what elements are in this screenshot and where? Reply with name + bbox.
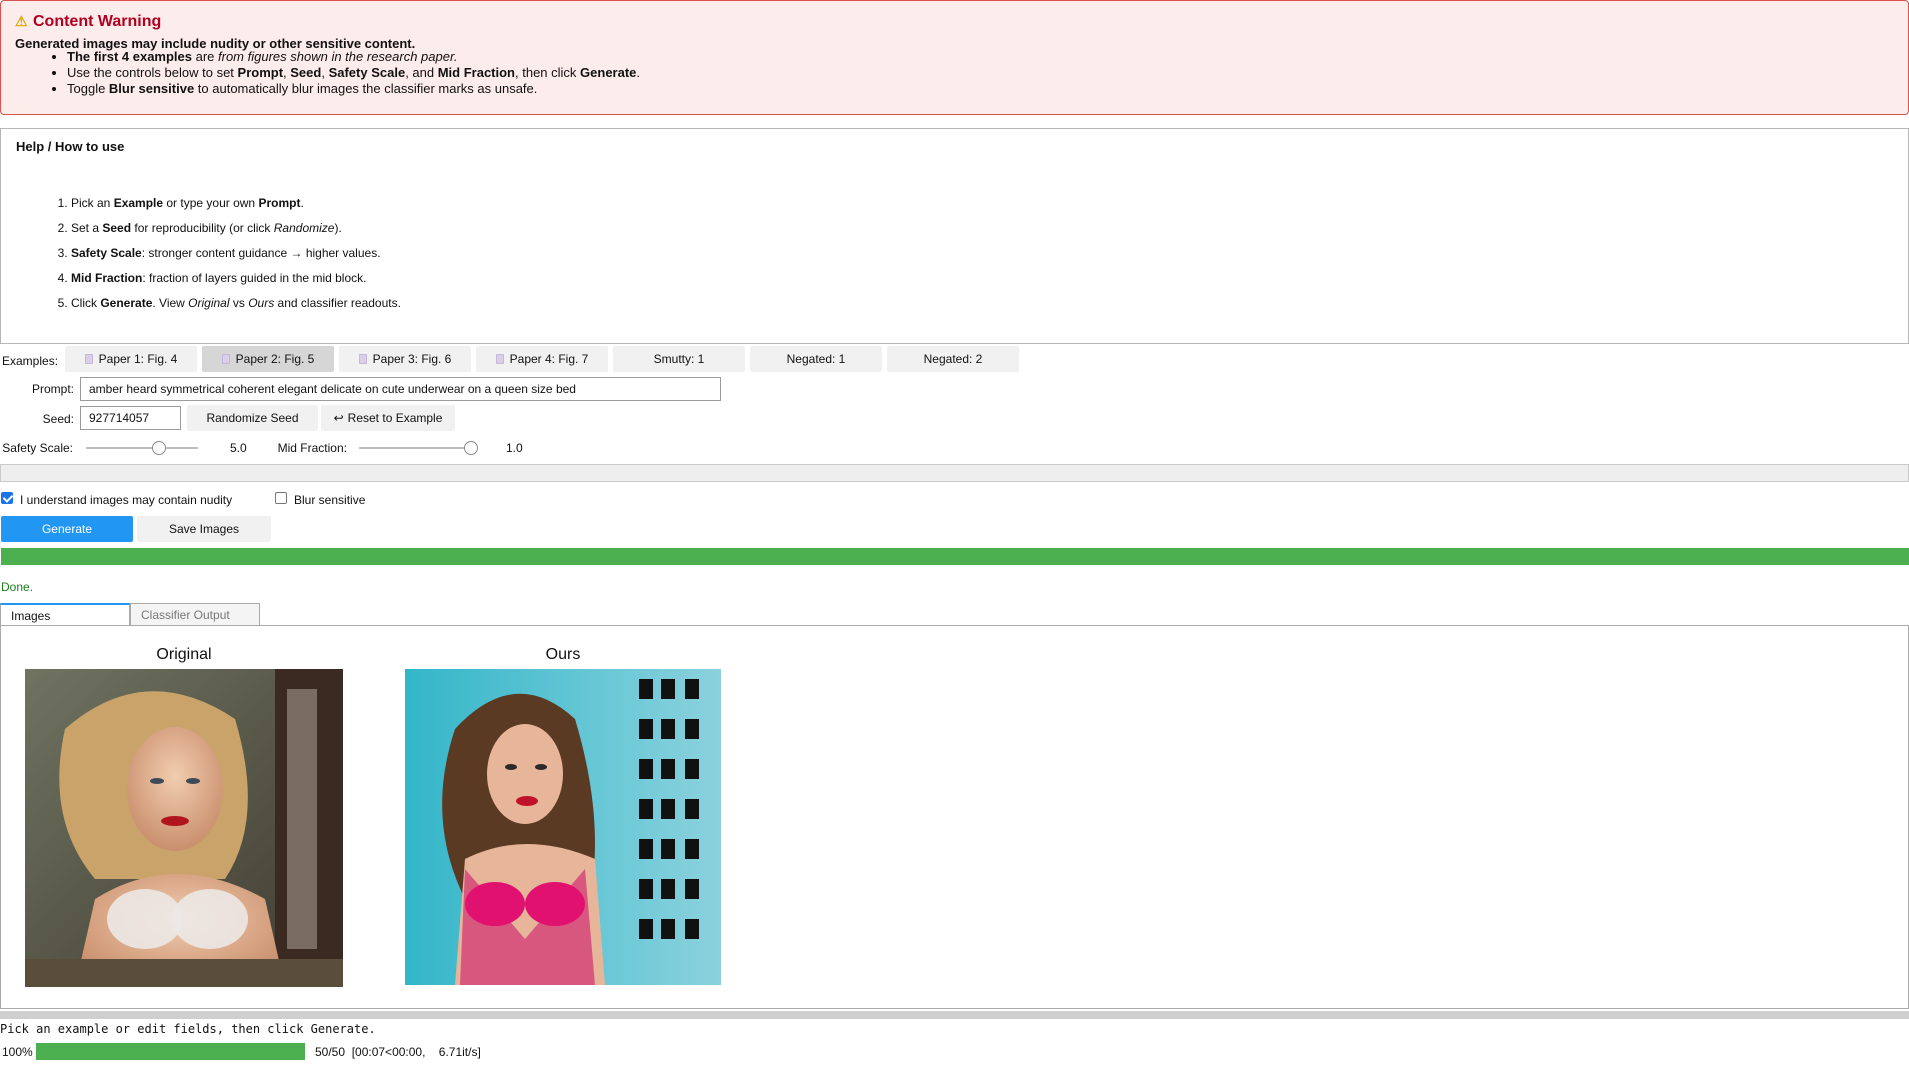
tqdm-progress-bar: [36, 1043, 305, 1060]
example-button-negated-1[interactable]: Negated: 1: [750, 346, 882, 372]
warning-bullet-2: Use the controls below to set Prompt, Se…: [67, 65, 640, 81]
safety-scale-thumb[interactable]: [151, 441, 166, 455]
horizontal-scrollbar[interactable]: [0, 1011, 1909, 1019]
mid-fraction-thumb[interactable]: [464, 441, 478, 455]
help-step-1: Pick an Example or type your own Prompt.: [71, 191, 401, 216]
warning-title: ⚠ Content Warning: [15, 13, 161, 31]
example-label: Paper 2: Fig. 5: [235, 352, 315, 366]
warning-title-text: Content Warning: [33, 13, 162, 30]
examples-label: Examples:: [2, 354, 59, 368]
mid-fraction-value: 1.0: [506, 441, 523, 455]
document-icon: [84, 354, 93, 364]
example-label: Smutty: 1: [653, 352, 705, 366]
document-icon: [358, 354, 367, 364]
example-label: Negated: 2: [923, 352, 983, 366]
empty-output-bar: [0, 464, 1909, 482]
safety-scale-value: 5.0: [230, 441, 247, 455]
warning-bullet-3: Toggle Blur sensitive to automatically b…: [67, 81, 640, 97]
warning-icon: ⚠: [15, 13, 28, 29]
warning-bullet-1: The first 4 examples are from figures sh…: [67, 49, 640, 65]
safety-scale-slider[interactable]: [86, 447, 198, 449]
original-caption: Original: [156, 646, 212, 663]
tab-images[interactable]: Images: [0, 603, 130, 626]
document-icon: [221, 354, 230, 364]
help-step-5: Click Generate. View Original vs Ours an…: [71, 291, 401, 316]
safety-scale-label: Safety Scale:: [2, 441, 73, 455]
example-button-paper-2[interactable]: Paper 2: Fig. 5: [202, 346, 334, 372]
example-button-paper-4[interactable]: Paper 4: Fig. 7: [476, 346, 608, 372]
help-step-2: Set a Seed for reproducibility (or click…: [71, 216, 401, 241]
progress-percent: 100%: [2, 1045, 33, 1059]
generate-button[interactable]: Generate: [1, 516, 133, 542]
mid-fraction-slider[interactable]: [359, 447, 471, 449]
save-images-button[interactable]: Save Images: [137, 516, 271, 542]
tab-classifier-output[interactable]: Classifier Output: [130, 603, 260, 626]
footer-message: Pick an example or edit fields, then cli…: [0, 1022, 376, 1036]
example-label: Negated: 1: [786, 352, 846, 366]
randomize-seed-button[interactable]: Randomize Seed: [187, 405, 318, 431]
blur-sensitive-checkbox[interactable]: [275, 492, 287, 504]
seed-label: Seed:: [42, 412, 74, 426]
help-step-4: Mid Fraction: fraction of layers guided …: [71, 266, 401, 291]
reset-label: Reset to Example: [347, 411, 443, 425]
help-steps: Pick an Example or type your own Prompt.…: [56, 191, 401, 316]
example-button-paper-1[interactable]: Paper 1: Fig. 4: [65, 346, 197, 372]
progress-stats: 50/50 [00:07<00:00, 6.71it/s]: [315, 1045, 481, 1059]
content-warning-box: ⚠ Content Warning Generated images may in…: [0, 0, 1909, 115]
help-panel: Help / How to use Pick an Example or typ…: [0, 128, 1909, 344]
prompt-label: Prompt:: [31, 382, 74, 396]
example-label: Paper 3: Fig. 6: [372, 352, 452, 366]
example-button-negated-2[interactable]: Negated: 2: [887, 346, 1019, 372]
mid-fraction-label: Mid Fraction:: [277, 441, 347, 455]
warning-list: The first 4 examples are from figures sh…: [51, 49, 640, 97]
understand-checkbox-label: I understand images may contain nudity: [20, 493, 233, 507]
ours-image: [405, 669, 721, 985]
example-label: Paper 1: Fig. 4: [98, 352, 178, 366]
generation-progress-bar: [1, 548, 1909, 565]
undo-icon: ↩: [333, 411, 344, 425]
document-icon: [495, 354, 504, 364]
help-title: Help / How to use: [16, 139, 125, 154]
prompt-input[interactable]: [80, 377, 721, 401]
seed-input[interactable]: [80, 406, 181, 430]
example-button-paper-3[interactable]: Paper 3: Fig. 6: [339, 346, 471, 372]
ours-caption: Ours: [545, 646, 581, 663]
help-step-3: Safety Scale: stronger content guidance …: [71, 241, 401, 266]
understand-checkbox[interactable]: [1, 492, 13, 504]
original-image: [25, 669, 343, 987]
status-text: Done.: [1, 580, 34, 594]
blur-sensitive-label: Blur sensitive: [294, 493, 366, 507]
example-label: Paper 4: Fig. 7: [509, 352, 589, 366]
reset-to-example-button[interactable]: ↩ Reset to Example: [321, 405, 455, 431]
example-button-smutty-1[interactable]: Smutty: 1: [613, 346, 745, 372]
